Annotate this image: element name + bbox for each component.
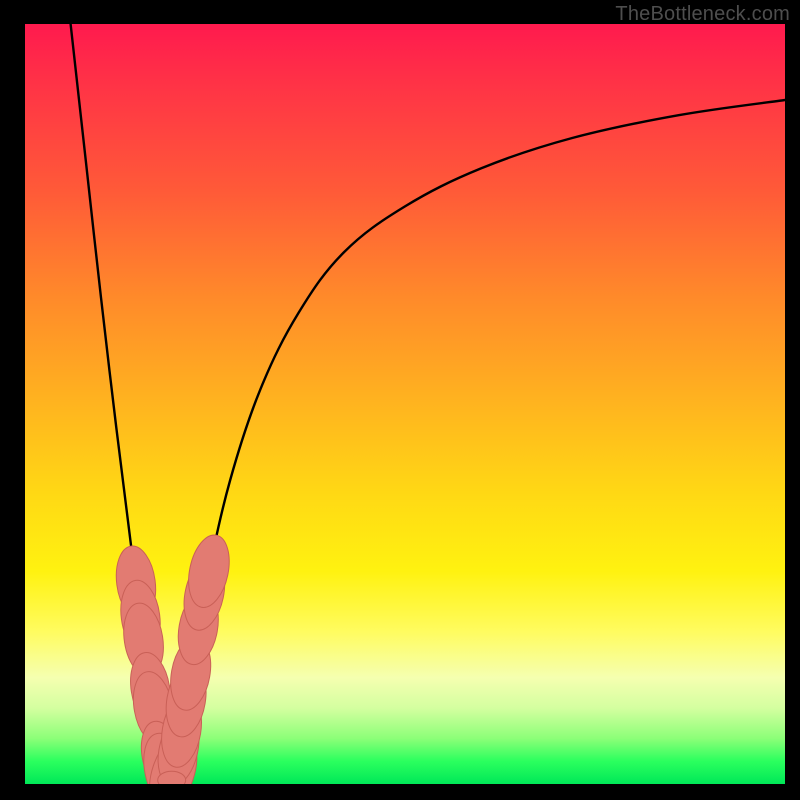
right-branch-curve [169,100,785,776]
curve-layer [25,24,785,784]
curve-markers [112,531,235,784]
watermark-text: TheBottleneck.com [615,3,790,26]
chart-frame: TheBottleneck.com [0,0,800,800]
plot-area [25,24,785,784]
